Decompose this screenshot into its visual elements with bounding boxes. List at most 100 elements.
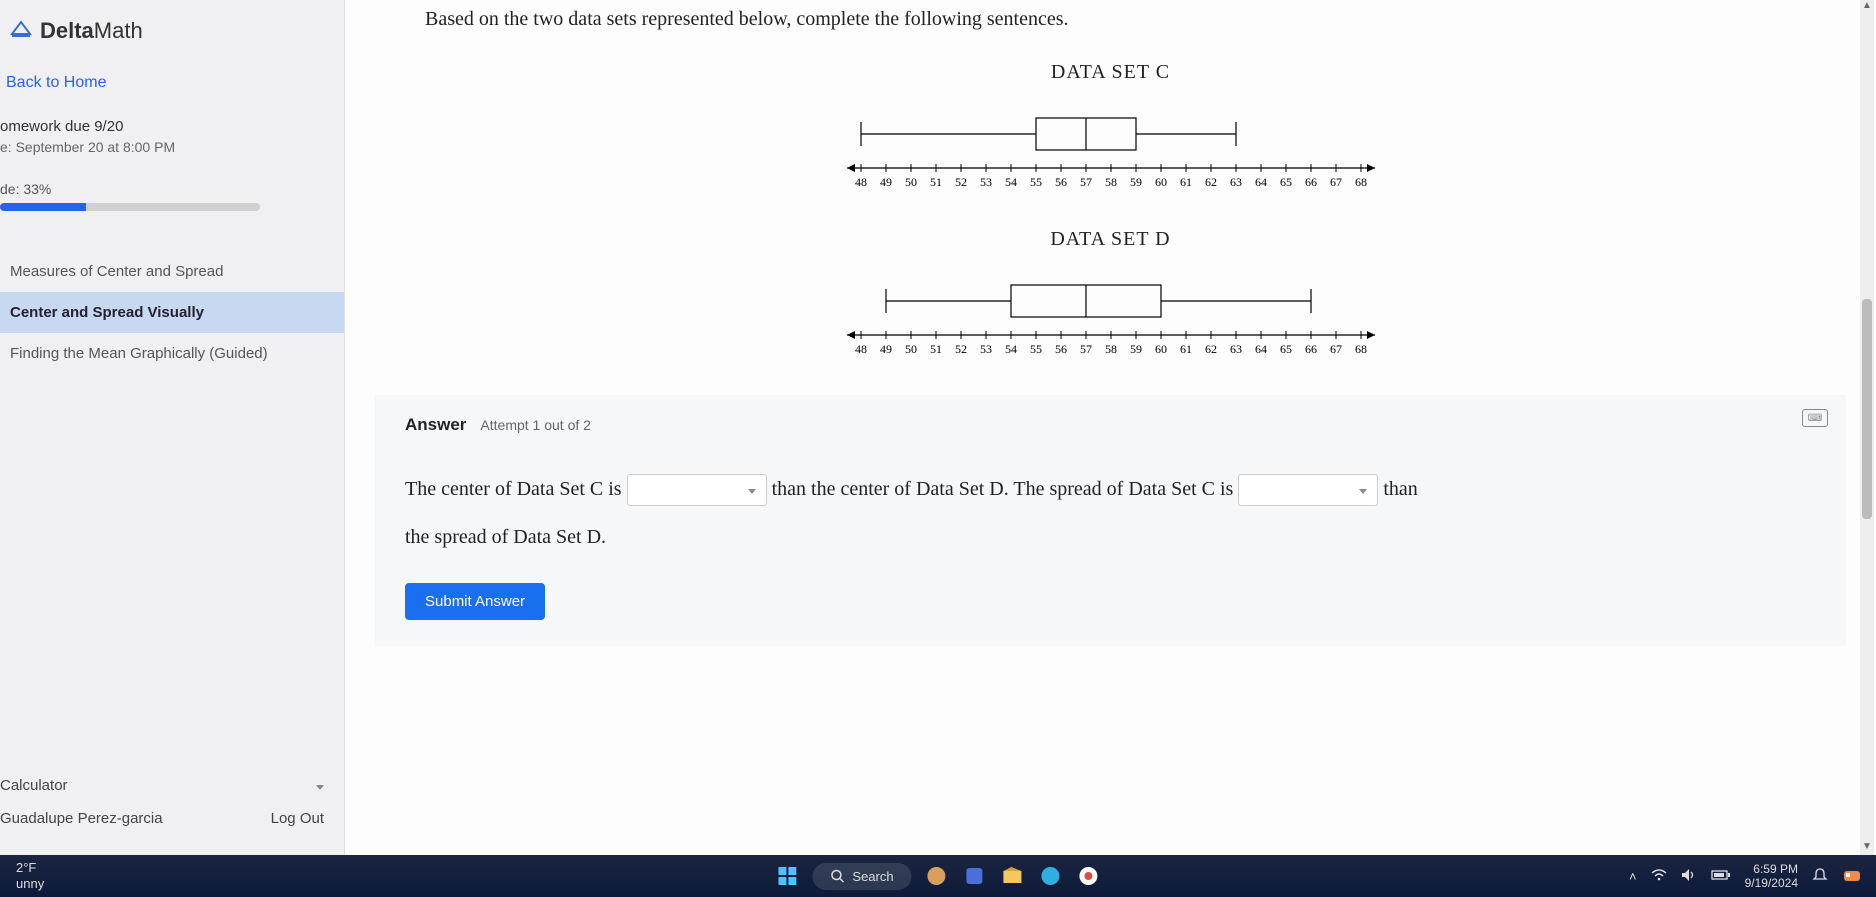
spread-compare-dropdown[interactable] <box>1238 474 1378 506</box>
taskbar-app-4[interactable] <box>1038 863 1064 889</box>
sidebar: DeltaMath Back to Home omework due 9/20 … <box>0 0 345 855</box>
taskbar-app-2[interactable] <box>962 863 988 889</box>
weather-temp: 2°F <box>16 860 44 876</box>
chart-title: DATA SET C <box>345 61 1876 84</box>
svg-text:59: 59 <box>1130 342 1142 356</box>
svg-text:56: 56 <box>1055 175 1067 189</box>
svg-text:49: 49 <box>880 175 892 189</box>
svg-text:58: 58 <box>1105 342 1117 356</box>
scrollbar-thumb[interactable] <box>1862 299 1872 519</box>
keyboard-icon[interactable]: ⌨ <box>1802 409 1828 427</box>
brand-light: Math <box>94 18 143 43</box>
clock-date: 9/19/2024 <box>1745 876 1798 890</box>
assignment-block: omework due 9/20 e: September 20 at 8:00… <box>0 104 344 163</box>
answer-label: Answer <box>405 415 466 435</box>
sentence-part4: the spread of Data Set D. <box>405 526 606 548</box>
svg-text:53: 53 <box>980 342 992 356</box>
user-name: Guadalupe Perez-garcia <box>0 810 163 827</box>
logout-link[interactable]: Log Out <box>271 810 324 827</box>
svg-text:63: 63 <box>1230 175 1242 189</box>
taskbar-app-1[interactable] <box>924 863 950 889</box>
taskbar-app-3[interactable] <box>1000 863 1026 889</box>
svg-text:61: 61 <box>1180 342 1192 356</box>
vertical-scrollbar[interactable]: ▲ ▼ <box>1860 0 1874 855</box>
tray-expand-icon[interactable]: ˄ <box>1629 869 1637 884</box>
volume-icon[interactable] <box>1681 868 1697 885</box>
svg-text:63: 63 <box>1230 342 1242 356</box>
svg-text:52: 52 <box>955 342 967 356</box>
sentence-part2: than the center of Data Set D. The sprea… <box>772 478 1234 500</box>
start-icon[interactable] <box>774 863 800 889</box>
svg-text:57: 57 <box>1080 175 1092 189</box>
taskbar-clock[interactable]: 6:59 PM 9/19/2024 <box>1745 862 1798 891</box>
grade-progress-fill <box>0 203 86 211</box>
taskbar-search[interactable]: Search <box>812 863 911 890</box>
chevron-down-icon <box>316 777 324 794</box>
brand-logo: DeltaMath <box>0 0 344 62</box>
svg-text:67: 67 <box>1330 342 1342 356</box>
taskbar-weather[interactable]: 2°F unny <box>0 860 60 891</box>
svg-text:66: 66 <box>1305 342 1317 356</box>
notification-icon[interactable] <box>1812 867 1828 886</box>
calculator-label: Calculator <box>0 777 68 794</box>
assignment-title: omework due 9/20 <box>0 118 344 135</box>
svg-text:56: 56 <box>1055 342 1067 356</box>
answer-area: ⌨ Answer Attempt 1 out of 2 The center o… <box>375 395 1846 646</box>
copilot-icon[interactable] <box>1842 865 1862 888</box>
svg-text:48: 48 <box>855 342 867 356</box>
calculator-toggle[interactable]: Calculator <box>0 769 344 802</box>
chevron-down-icon <box>1359 474 1367 508</box>
svg-text:51: 51 <box>930 342 942 356</box>
svg-text:54: 54 <box>1005 175 1017 189</box>
windows-taskbar: 2°F unny Search ˄ 6:59 PM 9/19/2024 <box>0 855 1876 897</box>
svg-text:64: 64 <box>1255 342 1267 356</box>
chart-block-0: DATA SET C 48495051525354555657585960616… <box>345 61 1876 198</box>
svg-text:57: 57 <box>1080 342 1092 356</box>
svg-text:54: 54 <box>1005 342 1017 356</box>
svg-text:68: 68 <box>1355 342 1367 356</box>
svg-text:61: 61 <box>1180 175 1192 189</box>
scroll-up-arrow[interactable]: ▲ <box>1860 0 1874 14</box>
sentence-part3: than <box>1383 478 1417 500</box>
svg-text:51: 51 <box>930 175 942 189</box>
svg-text:60: 60 <box>1155 342 1167 356</box>
svg-text:55: 55 <box>1030 175 1042 189</box>
svg-text:65: 65 <box>1280 175 1292 189</box>
submit-answer-button[interactable]: Submit Answer <box>405 583 545 620</box>
svg-text:55: 55 <box>1030 342 1042 356</box>
svg-text:67: 67 <box>1330 175 1342 189</box>
topic-item-1[interactable]: Center and Spread Visually <box>0 292 344 333</box>
svg-text:62: 62 <box>1205 175 1217 189</box>
main-content: Based on the two data sets represented b… <box>345 0 1876 855</box>
taskbar-app-5[interactable] <box>1076 863 1102 889</box>
svg-text:65: 65 <box>1280 342 1292 356</box>
boxplot-svg: 4849505152535455565758596061626364656667… <box>831 98 1391 198</box>
grade-progress <box>0 203 260 211</box>
svg-text:48: 48 <box>855 175 867 189</box>
svg-text:62: 62 <box>1205 342 1217 356</box>
search-label: Search <box>852 869 893 884</box>
svg-text:49: 49 <box>880 342 892 356</box>
svg-text:50: 50 <box>905 342 917 356</box>
clock-time: 6:59 PM <box>1745 862 1798 876</box>
chart-block-1: DATA SET D 48 49 50 51 52 53 54 55 56 57 58 59 60 61 6… <box>345 228 1876 365</box>
brand-bold: Delta <box>40 18 94 43</box>
sentence-part1: The center of Data Set C is <box>405 478 622 500</box>
wifi-icon[interactable] <box>1651 869 1667 884</box>
topic-item-0[interactable]: Measures of Center and Spread <box>0 251 344 292</box>
search-icon <box>830 869 844 883</box>
topic-item-2[interactable]: Finding the Mean Graphically (Guided) <box>0 333 344 374</box>
center-compare-dropdown[interactable] <box>627 474 767 506</box>
chevron-down-icon <box>748 474 756 508</box>
svg-text:60: 60 <box>1155 175 1167 189</box>
back-to-home-link[interactable]: Back to Home <box>0 62 344 104</box>
svg-text:53: 53 <box>980 175 992 189</box>
answer-sentence: The center of Data Set C is than the cen… <box>405 465 1816 561</box>
svg-text:52: 52 <box>955 175 967 189</box>
chart-title: DATA SET D <box>345 228 1876 251</box>
boxplot-svg: 48 49 50 51 52 53 54 55 56 57 58 59 60 61 62 63 64 65 66 67… <box>831 265 1391 365</box>
svg-text:59: 59 <box>1130 175 1142 189</box>
svg-text:50: 50 <box>905 175 917 189</box>
scroll-down-arrow[interactable]: ▼ <box>1860 841 1874 855</box>
battery-icon[interactable] <box>1711 869 1731 884</box>
